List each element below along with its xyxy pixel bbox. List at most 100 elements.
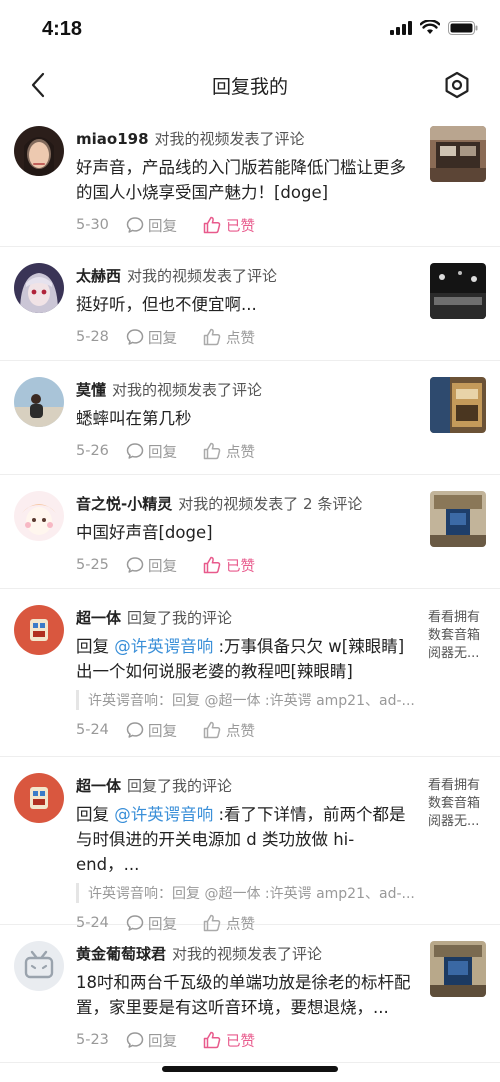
- status-icons: [390, 20, 478, 35]
- reply-label: 回复: [148, 218, 177, 235]
- comment-text: 18吋和两台千瓦级的单端功放是徐老的标杆配置，家里要是有这听音环境，要想退烧，.…: [76, 973, 411, 1017]
- video-thumbnail[interactable]: [430, 126, 486, 182]
- comment-date: 5-25: [76, 557, 109, 573]
- action-text: 对我的视频发表了评论: [172, 945, 323, 963]
- comment-meta: 5-30 回复 已赞: [76, 215, 416, 235]
- list-item[interactable]: 黄金葡萄球君 对我的视频发表了评论 18吋和两台千瓦级的单端功放是徐老的标杆配置，…: [0, 925, 500, 1063]
- video-thumbnail[interactable]: [430, 263, 486, 319]
- action-text: 回复了我的评论: [127, 777, 233, 795]
- mention-link[interactable]: @许英谔音响: [114, 637, 213, 656]
- reply-button[interactable]: 回复: [126, 555, 202, 576]
- reply-label: 回复: [148, 330, 177, 347]
- avatar[interactable]: [14, 377, 64, 427]
- wifi-icon: [420, 20, 440, 34]
- avatar[interactable]: [14, 491, 64, 541]
- reply-button[interactable]: 回复: [126, 720, 202, 741]
- user-name[interactable]: 莫懂: [76, 381, 106, 399]
- thumbs-up-icon: [203, 328, 221, 346]
- home-indicator[interactable]: [162, 1066, 338, 1072]
- like-button[interactable]: 点赞: [202, 441, 255, 462]
- like-button[interactable]: 点赞: [202, 720, 255, 741]
- comment-text: 挺好听，但也不便宜啊...: [76, 295, 257, 314]
- reply-label: 回复: [148, 558, 177, 575]
- like-button[interactable]: 点赞: [202, 327, 255, 348]
- comment-header: 太赫西 对我的视频发表了评论: [76, 265, 416, 286]
- action-text: 对我的视频发表了评论: [127, 267, 278, 285]
- reply-label: 回复: [148, 444, 177, 461]
- list-item[interactable]: miao198 对我的视频发表了评论 好声音，产品线的入门版若能降低门槛让更多的国…: [0, 114, 500, 247]
- reply-list: miao198 对我的视频发表了评论 好声音，产品线的入门版若能降低门槛让更多的国…: [0, 114, 500, 1063]
- comment-bubble-icon: [126, 443, 144, 459]
- comment-date: 5-23: [76, 1032, 109, 1048]
- status-bar: 4:18: [0, 0, 500, 60]
- action-text: 对我的视频发表了 2 条评论: [178, 495, 363, 513]
- list-item[interactable]: 莫懂 对我的视频发表了评论 蟋蟀叫在第几秒 5-26 回复 点赞: [0, 361, 500, 475]
- user-name[interactable]: 黄金葡萄球君: [76, 945, 166, 963]
- user-name[interactable]: 超一体: [76, 609, 121, 627]
- reply-button[interactable]: 回复: [126, 215, 202, 236]
- reply-prefix: 回复: [76, 637, 115, 656]
- video-thumbnail[interactable]: [430, 377, 486, 433]
- list-item[interactable]: 超一体 回复了我的评论 回复 @许英谔音响 :看了下详情，前两个都是与时俱进的开关…: [0, 757, 500, 933]
- like-button[interactable]: 已赞: [202, 555, 255, 576]
- reply-label: 回复: [148, 723, 177, 740]
- action-text: 对我的视频发表了评论: [112, 381, 263, 399]
- battery-icon: [448, 20, 478, 35]
- comment-header: 超一体 回复了我的评论: [76, 775, 416, 796]
- comment-date: 5-24: [76, 722, 109, 738]
- thumbs-up-icon: [203, 721, 221, 739]
- comment-meta: 5-28 回复 点赞: [76, 327, 416, 347]
- like-label: 点赞: [226, 444, 255, 461]
- user-name[interactable]: 太赫西: [76, 267, 121, 285]
- avatar[interactable]: [14, 605, 64, 655]
- list-item[interactable]: 太赫西 对我的视频发表了评论 挺好听，但也不便宜啊... 5-28 回复 点赞: [0, 247, 500, 361]
- comment-bubble-icon: [126, 557, 144, 573]
- thumbs-up-icon: [203, 216, 221, 234]
- user-name[interactable]: 音之悦-小精灵: [76, 495, 172, 513]
- comment-text: 蟋蟀叫在第几秒: [76, 409, 192, 428]
- avatar[interactable]: [14, 126, 64, 176]
- mention-link[interactable]: @许英谔音响: [114, 805, 213, 824]
- comment-text: 好声音，产品线的入门版若能降低门槛让更多的国人小烧享受国产魅力！[doge]: [76, 158, 406, 202]
- comment-header: 音之悦-小精灵 对我的视频发表了 2 条评论: [76, 493, 416, 514]
- comment-date: 5-30: [76, 217, 109, 233]
- reply-button[interactable]: 回复: [126, 1030, 202, 1051]
- comment-meta: 5-25 回复 已赞: [76, 555, 416, 575]
- comment-bubble-icon: [126, 1032, 144, 1048]
- comment-header: 黄金葡萄球君 对我的视频发表了评论: [76, 943, 416, 964]
- avatar[interactable]: [14, 263, 64, 313]
- user-name[interactable]: miao198: [76, 130, 149, 148]
- like-button[interactable]: 已赞: [202, 1030, 255, 1051]
- comment-text: 回复 @许英谔音响 :万事俱备只欠 w[辣眼睛]出一个如何说服老婆的教程吧[辣眼…: [76, 634, 416, 684]
- settings-icon[interactable]: [442, 70, 472, 100]
- nav-bar: 回复我的: [0, 60, 500, 110]
- comment-header: miao198 对我的视频发表了评论: [76, 128, 416, 149]
- comment-meta: 5-23 回复 已赞: [76, 1030, 416, 1050]
- cellular-signal-icon: [390, 20, 412, 35]
- comment-text: 回复 @许英谔音响 :看了下详情，前两个都是与时俱进的开关电源加 d 类功放做 …: [76, 802, 416, 877]
- quoted-comment[interactable]: 许英谔音响：回复 @超一体 :许英谔 amp21、ad-...: [76, 690, 416, 710]
- like-label: 点赞: [226, 723, 255, 740]
- comment-bubble-icon: [126, 217, 144, 233]
- video-thumbnail[interactable]: [430, 941, 486, 997]
- original-comment-preview[interactable]: 看看拥有数套音箱阅器无...: [428, 777, 486, 831]
- avatar[interactable]: [14, 941, 64, 991]
- quoted-comment[interactable]: 许英谔音响：回复 @超一体 :许英谔 amp21、ad-...: [76, 883, 416, 903]
- comment-text: 中国好声音[doge]: [76, 523, 213, 542]
- comment-bubble-icon: [126, 329, 144, 345]
- list-item[interactable]: 音之悦-小精灵 对我的视频发表了 2 条评论 中国好声音[doge] 5-25 回…: [0, 475, 500, 589]
- original-comment-preview[interactable]: 看看拥有数套音箱阅器无...: [428, 609, 486, 663]
- thumbs-up-icon: [203, 556, 221, 574]
- comment-meta: 5-24 回复 点赞: [76, 720, 416, 740]
- avatar[interactable]: [14, 773, 64, 823]
- like-label: 已赞: [226, 218, 255, 235]
- list-item[interactable]: 超一体 回复了我的评论 回复 @许英谔音响 :万事俱备只欠 w[辣眼睛]出一个如何…: [0, 589, 500, 757]
- like-button[interactable]: 已赞: [202, 215, 255, 236]
- user-name[interactable]: 超一体: [76, 777, 121, 795]
- reply-button[interactable]: 回复: [126, 327, 202, 348]
- reply-button[interactable]: 回复: [126, 441, 202, 462]
- action-text: 回复了我的评论: [127, 609, 233, 627]
- video-thumbnail[interactable]: [430, 491, 486, 547]
- action-text: 对我的视频发表了评论: [154, 130, 305, 148]
- comment-header: 超一体 回复了我的评论: [76, 607, 416, 628]
